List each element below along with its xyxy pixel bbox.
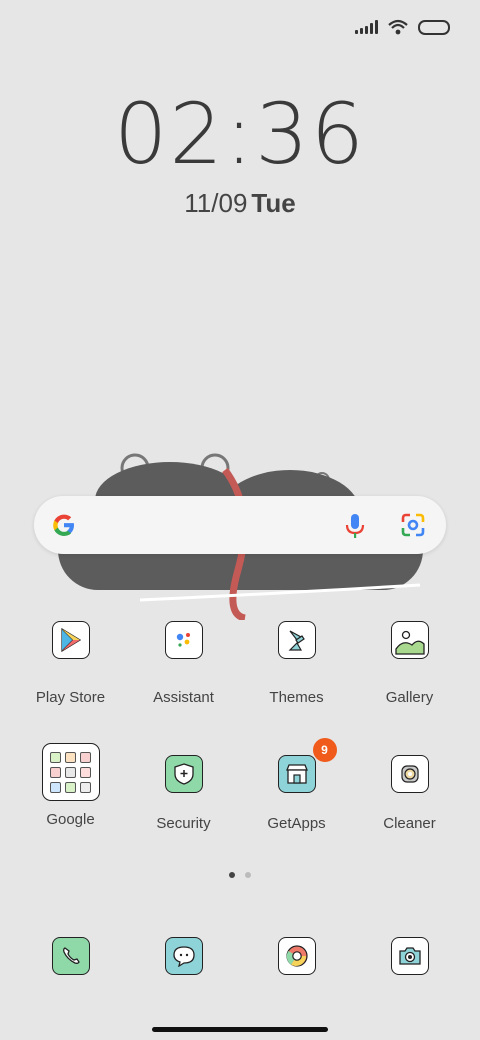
app-play-store[interactable]: Play Store xyxy=(14,621,127,706)
themes-icon xyxy=(277,621,316,659)
messages-icon xyxy=(164,937,203,975)
weekday-text: Tue xyxy=(251,188,296,218)
app-assistant[interactable]: Assistant xyxy=(127,621,240,706)
dock-phone[interactable] xyxy=(14,937,127,975)
chrome-icon xyxy=(277,937,316,975)
app-label: Themes xyxy=(269,689,324,706)
google-g-icon xyxy=(53,514,74,536)
signal-icon xyxy=(355,20,378,34)
gallery-icon xyxy=(390,621,429,659)
battery-icon xyxy=(418,19,450,35)
date-text: 11/09 xyxy=(184,188,248,218)
app-cleaner[interactable]: Cleaner xyxy=(353,755,466,832)
app-themes[interactable]: Themes xyxy=(240,621,353,706)
lens-icon[interactable] xyxy=(400,512,426,538)
notification-badge: 9 xyxy=(312,738,337,762)
page-dot xyxy=(245,872,251,878)
clock-date[interactable]: 11/09 Tue xyxy=(0,188,480,219)
dock-camera[interactable] xyxy=(353,937,466,975)
app-security[interactable]: Security xyxy=(127,755,240,832)
wifi-icon xyxy=(388,19,408,35)
play-store-icon xyxy=(51,621,90,659)
clock-time[interactable]: 02:36 xyxy=(0,92,480,176)
app-label: Security xyxy=(156,815,211,832)
mic-icon[interactable] xyxy=(344,512,366,540)
app-label: Assistant xyxy=(153,689,214,706)
phone-icon xyxy=(51,937,90,975)
status-bar xyxy=(355,14,450,40)
page-dot-active xyxy=(229,872,235,878)
camera-icon xyxy=(390,937,429,975)
security-icon xyxy=(164,755,203,793)
cleaner-icon xyxy=(390,755,429,793)
page-indicator[interactable] xyxy=(0,872,480,878)
dock-messages[interactable] xyxy=(127,937,240,975)
dock-chrome[interactable] xyxy=(240,937,353,975)
app-label: Cleaner xyxy=(383,815,436,832)
app-label: GetApps xyxy=(267,815,326,832)
app-google-folder[interactable]: Google xyxy=(14,743,127,828)
google-search-bar[interactable] xyxy=(34,496,446,554)
google-folder-icon xyxy=(41,743,100,801)
app-label: Google xyxy=(46,811,95,828)
app-label: Gallery xyxy=(385,689,434,706)
app-gallery[interactable]: Gallery xyxy=(353,621,466,706)
gesture-nav-bar[interactable] xyxy=(152,1027,328,1032)
getapps-icon: 9 xyxy=(277,738,337,793)
app-label: Play Store xyxy=(35,689,106,706)
app-getapps[interactable]: 9 GetApps xyxy=(240,738,353,832)
assistant-icon xyxy=(164,621,203,659)
